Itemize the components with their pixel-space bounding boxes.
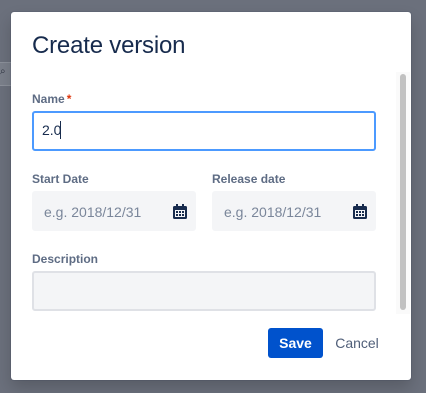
start-date-field[interactable]: e.g. 2018/12/31 — [32, 191, 196, 231]
release-date-label: Release date — [212, 172, 286, 186]
name-label-text: Name — [32, 92, 65, 106]
start-date-label: Start Date — [32, 172, 89, 186]
description-label: Description — [32, 252, 99, 266]
create-version-dialog: Create version Name * 2.0 Start Date e.g.… — [11, 12, 411, 380]
calendar-icon[interactable] — [350, 202, 370, 222]
dialog-title: Create version — [32, 32, 186, 59]
text-cursor — [60, 121, 61, 139]
dialog-scrollbar-thumb[interactable] — [400, 74, 406, 310]
name-label: Name * — [32, 92, 71, 106]
name-field[interactable]: 2.0 — [32, 111, 376, 151]
cancel-button[interactable]: Cancel — [329, 328, 385, 358]
release-date-field[interactable]: e.g. 2018/12/31 — [212, 191, 376, 231]
calendar-icon[interactable] — [170, 202, 190, 222]
release-date-placeholder: e.g. 2018/12/31 — [224, 204, 322, 220]
start-date-placeholder: e.g. 2018/12/31 — [44, 204, 142, 220]
required-asterisk: * — [66, 92, 72, 106]
name-field-value[interactable]: 2.0 — [42, 121, 61, 139]
save-button[interactable]: Save — [268, 328, 323, 358]
description-field[interactable] — [32, 271, 376, 311]
search-icon: ⌕ — [0, 66, 6, 77]
